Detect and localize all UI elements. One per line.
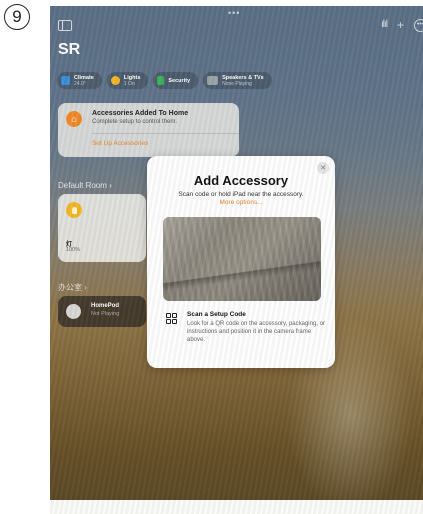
category-chips: Climate 24.0° Lights 1 On Security Speak… xyxy=(57,72,272,89)
chip-sub: 1 On xyxy=(123,80,135,87)
chip-speakers-tvs[interactable]: Speakers & TVs None Playing xyxy=(203,72,272,89)
chip-security[interactable]: Security xyxy=(153,72,199,89)
chevron-right-icon: › xyxy=(109,181,112,190)
more-options-link[interactable]: More options... xyxy=(147,199,335,206)
climate-icon xyxy=(61,76,70,85)
waveform-icon[interactable]: ılıl xyxy=(381,18,388,32)
ipad-screen: ••• ılıl + ••• SR Climate 24.0° Lights 1… xyxy=(50,6,423,514)
top-toolbar: ılıl + ••• xyxy=(381,18,423,32)
lightbulb-icon xyxy=(110,76,120,85)
section-title: Default Room xyxy=(58,181,107,190)
step-number-badge: 9 xyxy=(4,4,30,30)
lock-icon xyxy=(157,76,165,85)
bottom-edge xyxy=(50,500,423,514)
chip-sub: None Playing xyxy=(222,80,252,87)
notice-subtitle: Complete setup to control them. xyxy=(92,119,178,125)
accessory-tile-light[interactable]: 灯 100% xyxy=(58,194,146,262)
plus-icon[interactable]: + xyxy=(397,18,404,32)
more-icon[interactable]: ••• xyxy=(414,18,423,32)
modal-title: Add Accessory xyxy=(193,173,289,188)
notice-title: Accessories Added To Home xyxy=(92,110,189,117)
accessory-status: Not Playing xyxy=(91,311,120,317)
accessories-added-card: ⌂ Accessories Added To Home Complete set… xyxy=(58,103,239,157)
homepod-icon xyxy=(66,304,81,319)
section-default-room[interactable]: Default Room › xyxy=(58,181,112,190)
tv-icon xyxy=(207,76,219,85)
divider xyxy=(92,133,239,134)
home-title: SR xyxy=(58,41,81,58)
accessory-tile-homepod[interactable]: HomePod Not Playing xyxy=(58,296,146,327)
home-icon: ⌂ xyxy=(66,111,82,127)
add-accessory-sheet: ✕ Add Accessory Scan code or hold iPad n… xyxy=(147,156,335,368)
chip-climate[interactable]: Climate 24.0° xyxy=(57,72,102,89)
chip-lights[interactable]: Lights 1 On xyxy=(106,72,149,89)
section-title: 办公室 xyxy=(58,283,82,292)
modal-subtitle: Scan code or hold iPad near the accessor… xyxy=(178,191,304,198)
chevron-right-icon: › xyxy=(84,283,87,292)
section-office-room[interactable]: 办公室 › xyxy=(58,282,87,293)
multitasking-dots[interactable]: ••• xyxy=(228,8,240,18)
lightbulb-icon xyxy=(66,202,82,218)
accessory-name: HomePod xyxy=(91,303,120,309)
scan-setup-code-description: Look for a QR code on the accessory, pac… xyxy=(187,321,325,343)
qr-code-icon xyxy=(166,313,177,324)
set-up-accessories-link[interactable]: Set Up Accessories xyxy=(92,140,148,147)
chip-label: Security xyxy=(168,77,191,84)
accessory-status: 100% xyxy=(66,247,81,253)
chip-sub: 24.0° xyxy=(74,80,86,87)
sidebar-icon[interactable] xyxy=(58,20,72,31)
scan-setup-code-title: Scan a Setup Code xyxy=(187,311,246,318)
camera-viewfinder[interactable] xyxy=(163,217,321,301)
